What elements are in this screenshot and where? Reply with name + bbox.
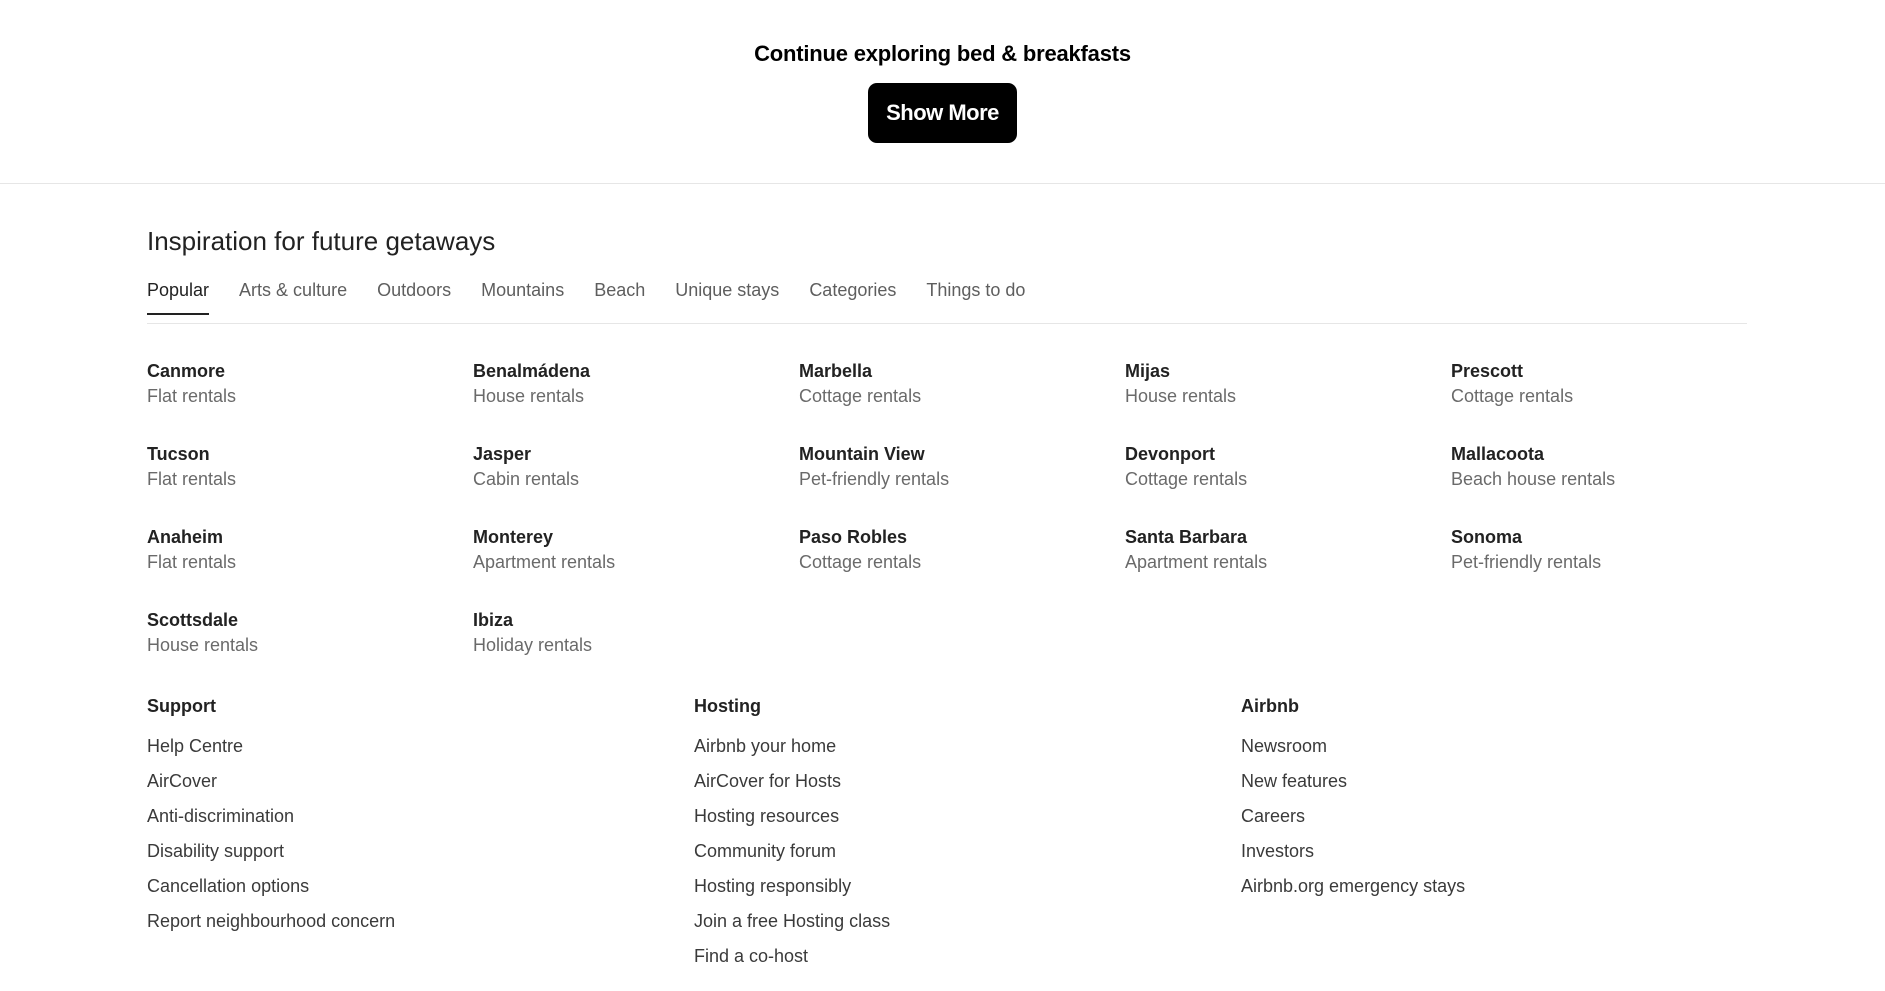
destination-type: Cottage rentals — [1451, 386, 1574, 406]
destination-type: Flat rentals — [147, 469, 237, 489]
footer-link[interactable]: Join a free Hosting class — [694, 904, 1241, 939]
destination-type: Cottage rentals — [799, 552, 922, 572]
inspiration-tabs: Popular Arts & culture Outdoors Mountains Be… — [147, 277, 1747, 324]
destination-city: Paso Robles — [799, 527, 908, 547]
destination-city: Ibiza — [473, 610, 514, 630]
footer-link[interactable]: Newsroom — [1241, 729, 1788, 764]
destination-city: Benalmádena — [473, 361, 591, 381]
footer-heading: Airbnb — [1241, 696, 1299, 716]
footer-links: Support Help Centre AirCover Anti-discrimin… — [147, 693, 1788, 974]
destination-type: Cottage rentals — [1125, 469, 1248, 489]
tab-unique-stays[interactable]: Unique stays — [675, 277, 779, 315]
destination-type: House rentals — [1125, 386, 1237, 406]
inspiration-title: Inspiration for future getaways — [147, 226, 496, 256]
destination-link[interactable]: Canmore Flat rentals — [147, 358, 473, 408]
destination-link[interactable]: Santa Barbara Apartment rentals — [1125, 524, 1451, 574]
footer-link[interactable]: Hosting responsibly — [694, 869, 1241, 904]
destination-link[interactable]: Tucson Flat rentals — [147, 441, 473, 491]
footer-heading: Support — [147, 696, 216, 716]
destination-city: Sonoma — [1451, 527, 1523, 547]
destination-type: Flat rentals — [147, 552, 237, 572]
destination-type: Holiday rentals — [473, 635, 593, 655]
footer-link[interactable]: Careers — [1241, 799, 1788, 834]
footer-column-support: Support Help Centre AirCover Anti-discrimin… — [147, 693, 694, 974]
destination-city: Jasper — [473, 444, 532, 464]
destination-type: House rentals — [147, 635, 259, 655]
destination-city: Mountain View — [799, 444, 925, 464]
tab-beach[interactable]: Beach — [594, 277, 645, 315]
footer-heading: Hosting — [694, 696, 761, 716]
destination-city: Marbella — [799, 361, 873, 381]
destination-type: House rentals — [473, 386, 585, 406]
destination-city: Mijas — [1125, 361, 1171, 381]
footer-link[interactable]: Disability support — [147, 834, 694, 869]
destination-type: Beach house rentals — [1451, 469, 1616, 489]
show-more-button[interactable]: Show More — [868, 83, 1017, 143]
destination-link[interactable]: Devonport Cottage rentals — [1125, 441, 1451, 491]
destination-link[interactable]: Mijas House rentals — [1125, 358, 1451, 408]
inspiration-section: Inspiration for future getaways Popular A… — [147, 226, 1747, 657]
destination-city: Prescott — [1451, 361, 1524, 381]
footer-column-hosting: Hosting Airbnb your home AirCover for Host… — [694, 693, 1241, 974]
destination-link[interactable]: Sonoma Pet-friendly rentals — [1451, 524, 1777, 574]
destination-link[interactable]: Mountain View Pet-friendly rentals — [799, 441, 1125, 491]
footer-link[interactable]: Cancellation options — [147, 869, 694, 904]
tab-things-to-do[interactable]: Things to do — [926, 277, 1025, 315]
footer-link[interactable]: Hosting resources — [694, 799, 1241, 834]
footer-link[interactable]: Airbnb your home — [694, 729, 1241, 764]
destination-city: Scottsdale — [147, 610, 239, 630]
destination-link[interactable]: Benalmádena House rentals — [473, 358, 799, 408]
continue-exploring-title: Continue exploring bed & breakfasts — [754, 41, 1131, 66]
footer-link[interactable]: AirCover — [147, 764, 694, 799]
footer-link[interactable]: New features — [1241, 764, 1788, 799]
destination-type: Apartment rentals — [473, 552, 616, 572]
footer-link[interactable]: Anti-discrimination — [147, 799, 694, 834]
destination-link[interactable]: Mallacoota Beach house rentals — [1451, 441, 1777, 491]
destination-link[interactable]: Ibiza Holiday rentals — [473, 607, 799, 657]
destination-link[interactable]: Scottsdale House rentals — [147, 607, 473, 657]
footer-link[interactable]: Help Centre — [147, 729, 694, 764]
destination-link[interactable]: Prescott Cottage rentals — [1451, 358, 1777, 408]
destination-type: Apartment rentals — [1125, 552, 1268, 572]
tab-popular[interactable]: Popular — [147, 277, 210, 315]
destination-city: Canmore — [147, 361, 226, 381]
destination-link[interactable]: Paso Robles Cottage rentals — [799, 524, 1125, 574]
footer-link[interactable]: Find a co-host — [694, 939, 1241, 974]
tab-categories[interactable]: Categories — [809, 277, 896, 315]
footer-column-airbnb: Airbnb Newsroom New features Careers Investo… — [1241, 693, 1788, 974]
destination-grid: Canmore Flat rentals Benalmádena House rent… — [147, 358, 1747, 657]
footer-link[interactable]: Community forum — [694, 834, 1241, 869]
destination-city: Monterey — [473, 527, 554, 547]
destination-type: Flat rentals — [147, 386, 237, 406]
footer-link[interactable]: Investors — [1241, 834, 1788, 869]
destination-city: Santa Barbara — [1125, 527, 1248, 547]
destination-type: Cabin rentals — [473, 469, 580, 489]
destination-link[interactable]: Monterey Apartment rentals — [473, 524, 799, 574]
tab-mountains[interactable]: Mountains — [481, 277, 564, 315]
continue-exploring-section: Continue exploring bed & breakfasts Show… — [0, 0, 1885, 184]
footer-link[interactable]: AirCover for Hosts — [694, 764, 1241, 799]
destination-city: Tucson — [147, 444, 210, 464]
tab-arts-culture[interactable]: Arts & culture — [239, 277, 347, 315]
destination-city: Anaheim — [147, 527, 224, 547]
destination-type: Cottage rentals — [799, 386, 922, 406]
destination-link[interactable]: Marbella Cottage rentals — [799, 358, 1125, 408]
footer-link[interactable]: Airbnb.org emergency stays — [1241, 869, 1788, 904]
tab-outdoors[interactable]: Outdoors — [377, 277, 451, 315]
footer-link[interactable]: Report neighbourhood concern — [147, 904, 694, 939]
destination-type: Pet-friendly rentals — [1451, 552, 1602, 572]
destination-city: Mallacoota — [1451, 444, 1545, 464]
destination-link[interactable]: Jasper Cabin rentals — [473, 441, 799, 491]
destination-link[interactable]: Anaheim Flat rentals — [147, 524, 473, 574]
destination-city: Devonport — [1125, 444, 1215, 464]
destination-type: Pet-friendly rentals — [799, 469, 950, 489]
